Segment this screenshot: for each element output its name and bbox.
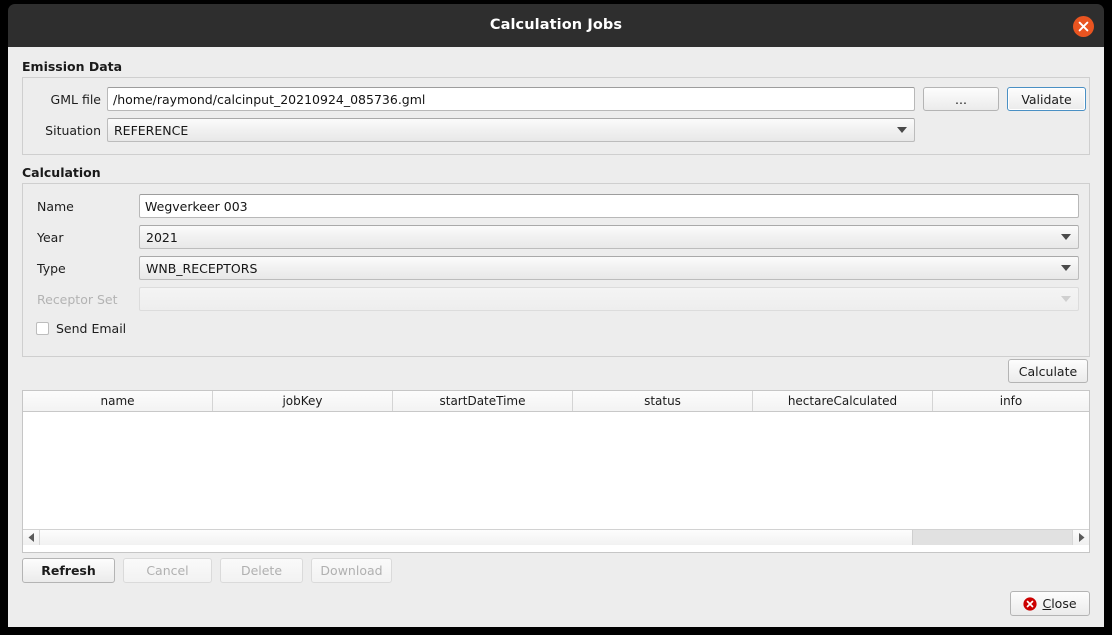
window-title: Calculation Jobs	[8, 4, 1104, 47]
column-header-hectarecalculated[interactable]: hectareCalculated	[753, 391, 933, 411]
window-close-icon	[1073, 16, 1094, 37]
type-combobox[interactable]: WNB_RECEPTORS	[139, 256, 1079, 280]
close-label-rest: lose	[1051, 596, 1076, 611]
situation-label: Situation	[37, 123, 101, 139]
horizontal-scrollbar[interactable]	[23, 529, 1089, 545]
receptor-set-value	[146, 288, 1054, 310]
chevron-down-icon	[1061, 296, 1071, 302]
year-value: 2021	[146, 226, 1054, 248]
chevron-down-icon	[1061, 234, 1071, 240]
situation-value: REFERENCE	[114, 119, 890, 141]
delete-button: Delete	[220, 558, 303, 583]
jobs-table-body	[23, 412, 1089, 529]
caret-right-icon	[1078, 533, 1085, 542]
name-label: Name	[37, 199, 74, 215]
window-close-button[interactable]	[1073, 16, 1094, 37]
validate-button[interactable]: Validate	[1007, 87, 1086, 111]
year-combobox[interactable]: 2021	[139, 225, 1079, 249]
refresh-button[interactable]: Refresh	[22, 558, 115, 583]
close-mnemonic: C	[1042, 596, 1051, 611]
cancel-button: Cancel	[123, 558, 212, 583]
window-titlebar[interactable]: Calculation Jobs	[8, 4, 1104, 47]
receptor-set-combobox	[139, 287, 1079, 311]
send-email-checkbox[interactable]: Send Email	[36, 321, 126, 336]
chevron-down-icon	[1061, 265, 1071, 271]
browse-button[interactable]: ...	[923, 87, 999, 111]
calculate-button[interactable]: Calculate	[1008, 359, 1088, 383]
type-value: WNB_RECEPTORS	[146, 257, 1054, 279]
column-header-name[interactable]: name	[23, 391, 213, 411]
chevron-down-icon	[897, 127, 907, 133]
scroll-left-button[interactable]	[23, 530, 40, 545]
close-error-icon	[1023, 597, 1037, 611]
jobs-table: name jobKey startDateTime status hectare…	[22, 390, 1090, 553]
download-button: Download	[311, 558, 392, 583]
scroll-thumb[interactable]	[40, 530, 913, 545]
emission-data-group-title: Emission Data	[22, 59, 122, 74]
close-button[interactable]: Close	[1010, 591, 1090, 616]
close-button-label: Close	[1042, 596, 1076, 611]
scroll-track[interactable]	[913, 530, 1072, 545]
scroll-right-button[interactable]	[1072, 530, 1089, 545]
name-input[interactable]	[139, 194, 1079, 218]
type-label: Type	[37, 261, 66, 277]
caret-left-icon	[28, 533, 35, 542]
calculation-jobs-window: Calculation Jobs Emission Data GML file …	[0, 0, 1112, 635]
year-label: Year	[37, 230, 63, 246]
dialog-body: Emission Data GML file ... Validate Situ…	[8, 47, 1104, 627]
receptor-set-label: Receptor Set	[37, 292, 118, 308]
column-header-status[interactable]: status	[573, 391, 753, 411]
checkbox-box-icon	[36, 322, 49, 335]
column-header-jobkey[interactable]: jobKey	[213, 391, 393, 411]
gml-file-label: GML file	[37, 92, 101, 108]
column-header-startdatetime[interactable]: startDateTime	[393, 391, 573, 411]
column-header-info[interactable]: info	[933, 391, 1089, 411]
jobs-table-header: name jobKey startDateTime status hectare…	[23, 391, 1089, 412]
gml-file-input[interactable]	[107, 87, 915, 111]
calculation-group-title: Calculation	[22, 165, 101, 180]
situation-combobox[interactable]: REFERENCE	[107, 118, 915, 142]
send-email-label: Send Email	[56, 321, 126, 336]
